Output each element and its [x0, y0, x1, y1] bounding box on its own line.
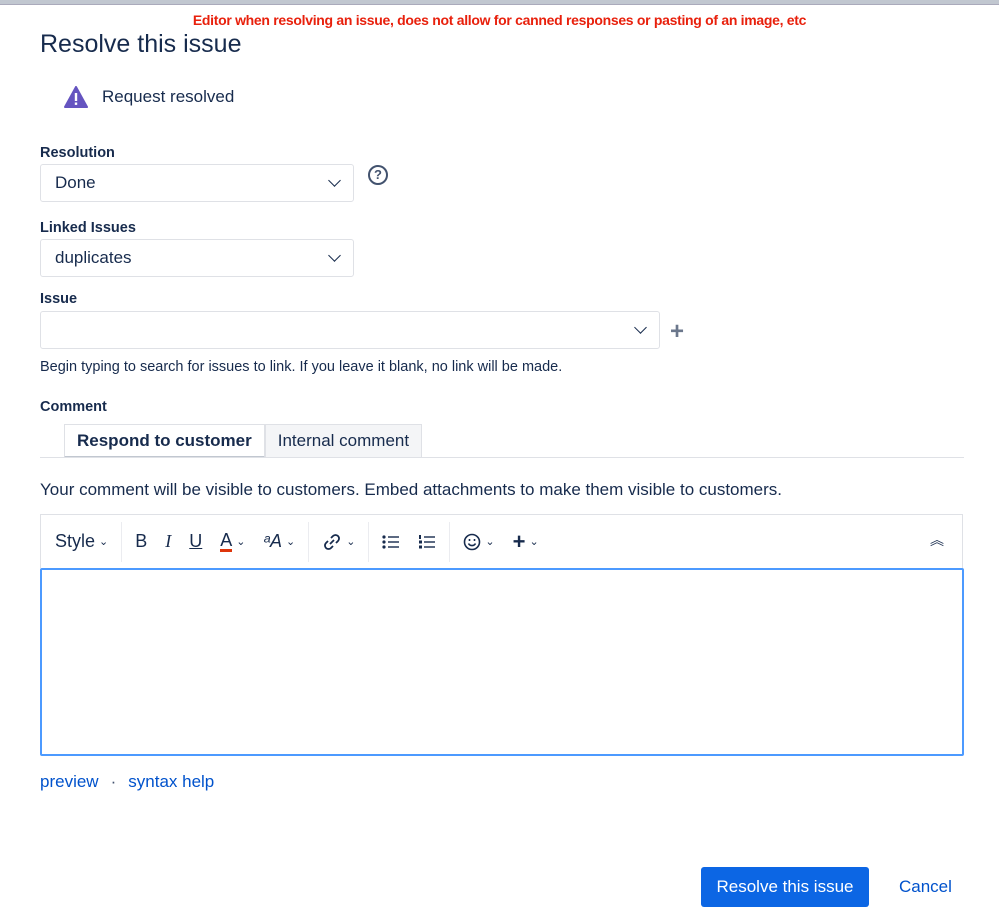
italic-button[interactable]: I [156, 531, 180, 552]
bullet-list-button[interactable] [373, 534, 409, 550]
underline-icon: U [189, 531, 203, 551]
visibility-note: Your comment will be visible to customer… [40, 480, 783, 499]
style-dropdown[interactable]: Style ⌄ [55, 531, 117, 552]
style-label: Style [55, 531, 96, 551]
cancel-button[interactable]: Cancel [899, 877, 952, 897]
tab-internal-comment[interactable]: Internal comment [264, 424, 423, 458]
emoji-icon [464, 533, 481, 550]
bold-icon: B [135, 531, 148, 551]
collapse-toolbar-icon[interactable]: ︽ [930, 530, 944, 550]
chevron-down-icon [328, 249, 341, 262]
text-effects-icon: ᵃA [263, 531, 282, 551]
linked-issues-label: Linked Issues [40, 220, 136, 236]
chevron-down-icon: ⌄ [236, 536, 246, 548]
resolution-value: Done [55, 173, 96, 192]
help-icon[interactable]: ? [368, 165, 388, 185]
numbered-list-icon [419, 534, 436, 548]
comment-label: Comment [40, 399, 107, 415]
resolution-select[interactable]: Done [40, 164, 354, 202]
page-title: Resolve this issue [40, 30, 242, 58]
resolution-label: Resolution [40, 145, 115, 161]
issue-hint: Begin typing to search for issues to lin… [40, 359, 563, 375]
tab-respond-to-customer[interactable]: Respond to customer [64, 424, 265, 458]
underline-button[interactable]: U [180, 531, 211, 552]
chevron-down-icon: ⌄ [529, 536, 539, 548]
divider [121, 521, 123, 562]
text-color-button[interactable]: A ⌄ [211, 531, 254, 552]
issue-select[interactable] [40, 311, 660, 349]
linked-issues-value: duplicates [55, 248, 132, 267]
issue-label: Issue [40, 291, 78, 307]
status-message: Request resolved [64, 86, 234, 108]
text-effects-button[interactable]: ᵃA ⌄ [255, 531, 305, 552]
chevron-down-icon: ⌄ [285, 536, 296, 548]
bold-button[interactable]: B [126, 531, 156, 552]
divider [40, 457, 964, 458]
add-issue-plus-icon[interactable]: + [670, 318, 684, 346]
link-button[interactable]: ⌄ [313, 532, 364, 552]
bullet-list-icon [382, 534, 400, 549]
emoji-button[interactable]: ⌄ [454, 533, 503, 551]
preview-link[interactable]: preview [40, 772, 99, 791]
status-text: Request resolved [102, 87, 235, 106]
syntax-help-link[interactable]: syntax help [128, 772, 214, 791]
separator-dot: · [110, 772, 117, 791]
divider [368, 521, 370, 562]
comment-editor[interactable] [40, 568, 964, 756]
divider [308, 521, 310, 562]
browser-top-bar [0, 0, 999, 5]
chevron-down-icon: ⌄ [99, 536, 109, 548]
resolve-issue-button[interactable]: Resolve this issue [701, 867, 869, 907]
insert-more-button[interactable]: + ⌄ [504, 529, 548, 555]
divider [449, 521, 451, 562]
linked-issues-select[interactable]: duplicates [40, 239, 354, 277]
chevron-down-icon: ⌄ [485, 536, 495, 548]
numbered-list-button[interactable] [409, 534, 445, 550]
link-icon [324, 533, 341, 550]
italic-icon: I [165, 531, 172, 551]
chevron-down-icon [634, 321, 647, 334]
chevron-down-icon [328, 174, 341, 187]
text-color-icon: A [220, 530, 233, 552]
editor-toolbar: Style ⌄ B I U A ⌄ ᵃA ⌄ ⌄ ⌄ + ⌄ ︽ [40, 514, 963, 568]
warning-triangle-icon [64, 86, 88, 108]
chevron-down-icon: ⌄ [346, 536, 356, 548]
annotation-text: Editor when resolving an issue, does not… [192, 12, 807, 28]
plus-icon: + [512, 528, 526, 554]
